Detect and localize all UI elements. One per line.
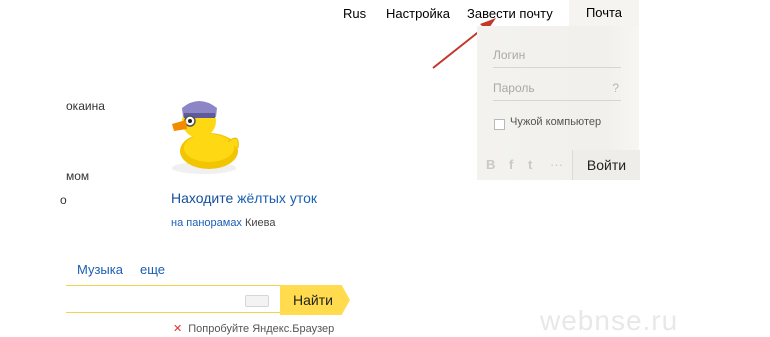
foreign-computer-checkbox[interactable] (494, 119, 505, 130)
annotation-arrow (432, 18, 496, 69)
left-fragment-3: о (60, 193, 67, 207)
promo-subtitle: на панорамах Киева (171, 217, 276, 229)
close-icon[interactable]: ✕ (173, 323, 182, 335)
keyboard-icon[interactable] (245, 295, 269, 307)
password-input[interactable]: Пароль ? (493, 76, 621, 101)
vk-icon[interactable]: В (486, 157, 495, 172)
watermark: webnse.ru (540, 305, 679, 336)
left-fragment-2: мом (66, 169, 90, 183)
login-placeholder: Логин (493, 48, 526, 62)
foreign-computer-label: Чужой компьютер (510, 116, 602, 128)
promo-subtitle-rest: Киева (241, 217, 276, 229)
more-social-icon[interactable]: ··· (550, 157, 563, 172)
facebook-icon[interactable]: f (509, 157, 513, 172)
password-help-icon[interactable]: ? (612, 76, 619, 100)
panorama-link[interactable]: на панорамах (171, 217, 242, 229)
promo-title-rest: жёлтых уток (233, 190, 317, 206)
login-input[interactable]: Логин (493, 43, 621, 68)
browser-promo-text: Попробуйте Яндекс.Браузер (188, 323, 335, 335)
login-panel: Логин Пароль ? Чужой компьютер В f t ···… (477, 26, 640, 180)
login-button[interactable]: Войти (572, 150, 640, 180)
promo-title-prefix: Находите (171, 190, 234, 206)
tab-more[interactable]: еще (140, 262, 165, 277)
browser-promo-link[interactable]: ✕ Попробуйте Яндекс.Браузер (173, 322, 334, 335)
left-fragment-1: окаина (66, 99, 105, 113)
twitter-icon[interactable]: t (528, 157, 532, 172)
tab-music[interactable]: Музыка (77, 262, 123, 277)
search-button[interactable]: Найти (280, 285, 350, 315)
duck-illustration (172, 101, 239, 174)
promo-title[interactable]: Находите жёлтых уток (171, 190, 317, 206)
password-placeholder: Пароль (493, 81, 535, 95)
